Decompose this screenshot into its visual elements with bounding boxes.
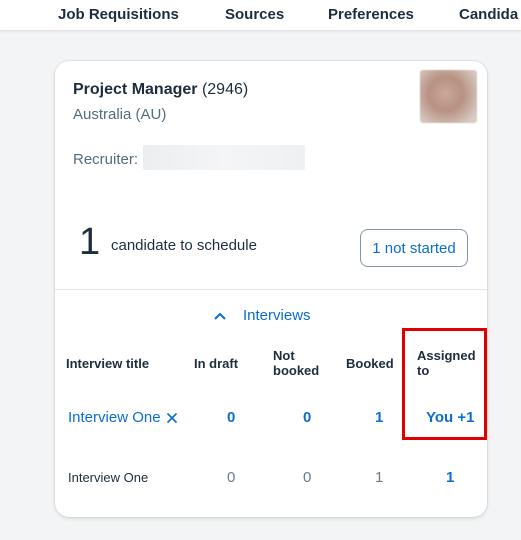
job-location: Australia (AU) (73, 106, 167, 123)
interview-title-text: Interview One (68, 470, 149, 485)
requisition-card: Project Manager (2946) Australia (AU) Re… (55, 61, 487, 517)
job-id: (2946) (201, 81, 249, 98)
row2-assigned-to[interactable]: 1 (446, 469, 454, 486)
interview-title-link[interactable]: Interview One (68, 409, 178, 426)
row1-not-booked[interactable]: 0 (303, 409, 311, 426)
nav-tab-job-requisitions[interactable]: Job Requisitions (58, 6, 179, 23)
row2-not-booked: 0 (303, 469, 312, 486)
row2-in-draft: 0 (227, 469, 236, 486)
candidate-count-label: candidate to schedule (111, 237, 257, 254)
recruiter-name-redacted (143, 145, 305, 170)
top-navigation: Job Requisitions Sources Preferences Can… (0, 0, 521, 31)
not-started-button[interactable]: 1 not started (360, 229, 468, 267)
header-booked: Booked (346, 356, 394, 371)
nav-tab-candidates[interactable]: Candida (459, 6, 518, 23)
nav-tab-preferences[interactable]: Preferences (328, 6, 414, 23)
interviews-toggle-label: Interviews (243, 307, 311, 324)
candidate-count: 1 (79, 221, 101, 263)
divider (55, 289, 487, 290)
job-name: Project Manager (73, 81, 198, 98)
header-in-draft: In draft (194, 356, 239, 371)
interviews-toggle[interactable]: Interviews (213, 307, 311, 324)
job-title[interactable]: Project Manager (2946) (73, 81, 248, 99)
recruiter-label: Recruiter: (73, 151, 139, 168)
row1-in-draft[interactable]: 0 (227, 409, 235, 426)
avatar (420, 70, 477, 123)
highlight-box (402, 328, 487, 440)
chevron-up-icon (214, 312, 226, 320)
header-interview-title: Interview title (66, 356, 150, 371)
header-not-booked: Not booked (273, 348, 320, 378)
interview-title-label: Interview One (68, 409, 161, 426)
close-icon[interactable] (166, 412, 178, 424)
nav-tab-sources[interactable]: Sources (225, 6, 284, 23)
row2-booked: 1 (375, 469, 384, 486)
row1-booked[interactable]: 1 (375, 409, 383, 426)
